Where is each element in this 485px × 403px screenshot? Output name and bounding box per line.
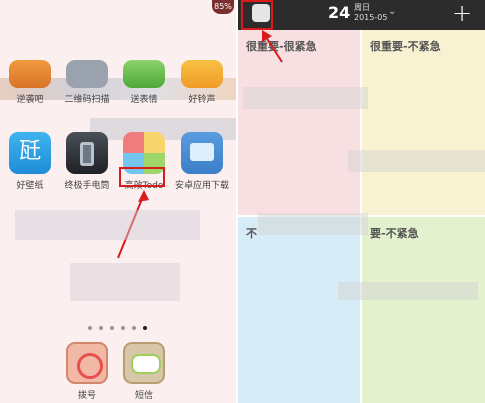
page-dot xyxy=(132,326,136,330)
app-label: 二维码扫描 xyxy=(64,95,110,105)
date-weekday: 周日 xyxy=(354,3,370,12)
todo-header: 24 周日 2015-05 ⌄ + xyxy=(238,0,485,30)
store-app-icon xyxy=(181,132,223,174)
page-dot xyxy=(110,326,114,330)
blurred-region xyxy=(258,213,368,235)
quadrant-title: 不 xyxy=(246,227,257,240)
app-emoji[interactable]: 送表情 xyxy=(117,60,171,105)
page-dot xyxy=(121,326,125,330)
app-qr-scanner[interactable]: 二维码扫描 xyxy=(60,60,114,105)
app-label: 终极手电筒 xyxy=(64,181,110,191)
blurred-region xyxy=(348,150,485,172)
wallpaper-app-icon: 瓩 xyxy=(9,132,51,174)
wallpaper-glyph: 瓩 xyxy=(18,139,41,164)
dock-sms[interactable]: 短信 xyxy=(117,342,171,401)
face-app-icon xyxy=(123,60,165,88)
chevron-down-icon[interactable]: ⌄ xyxy=(388,6,396,17)
blurred-region xyxy=(338,282,478,300)
quadrant-not-important-urgent[interactable]: 不 xyxy=(238,217,360,403)
quadrant-important-urgent[interactable]: 很重要-很紧急 xyxy=(238,30,360,215)
date-year-month: 2015-05 xyxy=(354,13,388,22)
app-label: 好铃声 xyxy=(188,95,216,105)
home-screen: 85% 逆袭吧 二维码扫描 送表情 好铃声 瓩 好壁纸 终极手电筒 高效Todo… xyxy=(0,0,236,403)
date-day[interactable]: 24 xyxy=(328,2,350,24)
add-button[interactable]: + xyxy=(452,0,472,27)
todo-highlight-box xyxy=(119,167,165,187)
sms-icon xyxy=(123,342,165,384)
quadrant-title: 很重要-不紧急 xyxy=(370,40,441,53)
logo-highlight-box xyxy=(241,0,273,30)
app-wallpaper[interactable]: 瓩 好壁纸 xyxy=(3,132,57,191)
app-label: 好壁纸 xyxy=(16,181,44,191)
blurred-region xyxy=(243,87,368,109)
app-label: 逆袭吧 xyxy=(16,95,44,105)
page-dot-active xyxy=(143,326,147,330)
dock-dialer[interactable]: 拨号 xyxy=(60,342,114,401)
page-dot xyxy=(99,326,103,330)
qr-app-icon xyxy=(66,60,108,88)
app-label: 拨号 xyxy=(77,391,96,401)
app-store[interactable]: 安卓应用下载 xyxy=(175,132,229,191)
battery-indicator: 85% xyxy=(212,0,234,14)
quadrant-title: 要-不紧急 xyxy=(370,227,419,240)
app-label: 送表情 xyxy=(130,95,158,105)
page-indicator xyxy=(88,326,148,332)
dialer-icon xyxy=(66,342,108,384)
arrow-icon xyxy=(262,30,283,63)
reverse-app-icon xyxy=(9,60,51,88)
blurred-region xyxy=(70,263,180,301)
app-label: 安卓应用下载 xyxy=(175,181,230,191)
app-reverse[interactable]: 逆袭吧 xyxy=(3,60,57,105)
page-dot xyxy=(88,326,92,330)
quadrant-not-important-not-urgent[interactable]: 要-不紧急 xyxy=(362,217,485,403)
flashlight-app-icon xyxy=(66,132,108,174)
quadrant-important-not-urgent[interactable]: 很重要-不紧急 xyxy=(362,30,485,215)
app-flashlight[interactable]: 终极手电筒 xyxy=(60,132,114,191)
app-ringtone[interactable]: 好铃声 xyxy=(175,60,229,105)
blurred-region xyxy=(15,210,200,240)
app-label: 短信 xyxy=(134,391,153,401)
music-app-icon xyxy=(181,60,223,88)
